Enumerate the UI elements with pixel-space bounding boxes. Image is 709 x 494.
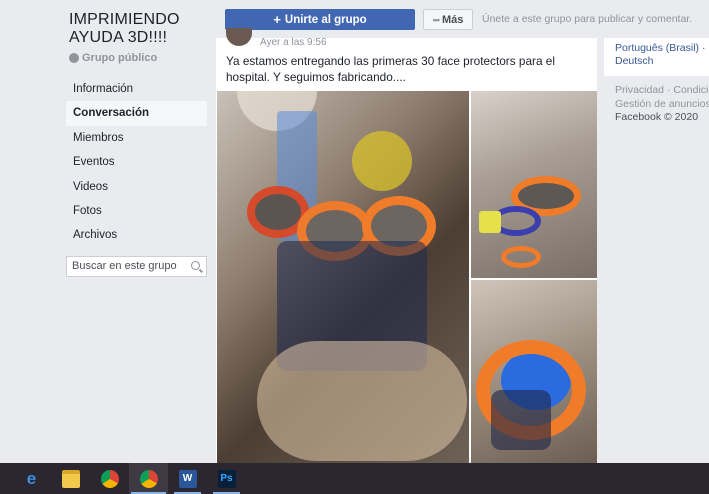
nav-item-archivos[interactable]: Archivos <box>66 223 207 247</box>
group-nav: Información Conversación Miembros Evento… <box>66 77 207 248</box>
chrome-active-icon <box>139 469 158 488</box>
post-card: Ayer a las 9:56 Ya estamos entregando la… <box>216 28 597 463</box>
edge-icon: e <box>26 468 37 488</box>
nav-item-conversacion[interactable]: Conversación <box>66 101 207 126</box>
group-type: Grupo público <box>69 52 157 64</box>
footer-copyright: Facebook © 2020 <box>615 111 699 123</box>
search-placeholder: Buscar en este grupo <box>72 260 177 272</box>
taskbar-photoshop[interactable]: Ps <box>207 463 246 494</box>
plus-icon: + <box>273 12 281 27</box>
post-photo-top-right[interactable] <box>471 91 597 278</box>
lang-portugues[interactable]: Português (Brasil) <box>615 42 699 54</box>
group-search-input[interactable]: Buscar en este grupo <box>66 256 207 277</box>
taskbar-word[interactable]: W <box>168 463 207 494</box>
nav-item-videos[interactable]: Videos <box>66 175 207 199</box>
footer-conditions[interactable]: Condicio <box>673 84 709 96</box>
post-timestamp[interactable]: Ayer a las 9:56 <box>260 37 327 48</box>
search-icon[interactable] <box>191 261 200 270</box>
nav-item-eventos[interactable]: Eventos <box>66 150 207 174</box>
more-label: Más <box>442 13 464 26</box>
taskbar-edge[interactable]: e <box>12 463 51 494</box>
post-photo-main[interactable] <box>217 91 469 463</box>
taskbar-chrome[interactable] <box>90 463 129 494</box>
photo-object <box>501 246 541 268</box>
join-group-label: Unirte al grupo <box>284 13 367 26</box>
footer-links: Privacidad · Condicio Gestión de anuncio… <box>615 84 709 125</box>
globe-icon <box>69 53 79 63</box>
right-column: Português (Brasil) · F Deutsch Privacida… <box>604 38 709 463</box>
group-type-label: Grupo público <box>82 52 158 64</box>
nav-item-informacion[interactable]: Información <box>66 77 207 101</box>
footer-privacy[interactable]: Privacidad <box>615 84 664 96</box>
taskbar-file-explorer[interactable] <box>51 463 90 494</box>
footer-ads[interactable]: Gestión de anuncios <box>615 98 709 110</box>
language-card: Português (Brasil) · F Deutsch <box>604 38 709 76</box>
photoshop-icon: Ps <box>217 469 236 488</box>
nav-item-miembros[interactable]: Miembros <box>66 126 207 150</box>
more-button[interactable]: ••• Más <box>423 9 473 30</box>
post-photo-bottom-right[interactable] <box>471 280 597 463</box>
nav-item-fotos[interactable]: Fotos <box>66 199 207 223</box>
file-explorer-icon <box>61 469 80 488</box>
group-sidebar: IMPRIMIENDO AYUDA 3D!!!! Grupo público I… <box>0 0 216 463</box>
windows-taskbar: e W Ps <box>0 463 709 494</box>
more-dots-icon: ••• <box>432 14 441 25</box>
avatar[interactable] <box>226 28 252 46</box>
photo-object <box>257 341 467 461</box>
group-name[interactable]: IMPRIMIENDO AYUDA 3D!!!! <box>69 11 209 47</box>
post-text: Ya estamos entregando las primeras 30 fa… <box>226 54 555 84</box>
photo-object <box>352 131 412 191</box>
taskbar-chrome-active[interactable] <box>129 463 168 494</box>
join-group-button[interactable]: + Unirte al grupo <box>225 9 415 30</box>
word-icon: W <box>178 469 197 488</box>
join-hint: Únete a este grupo para publicar y comen… <box>482 13 693 25</box>
language-links: Português (Brasil) · F Deutsch <box>615 42 709 68</box>
photo-object <box>491 390 551 450</box>
chrome-icon <box>100 469 119 488</box>
lang-deutsch[interactable]: Deutsch <box>615 55 654 67</box>
photo-object <box>479 211 501 233</box>
